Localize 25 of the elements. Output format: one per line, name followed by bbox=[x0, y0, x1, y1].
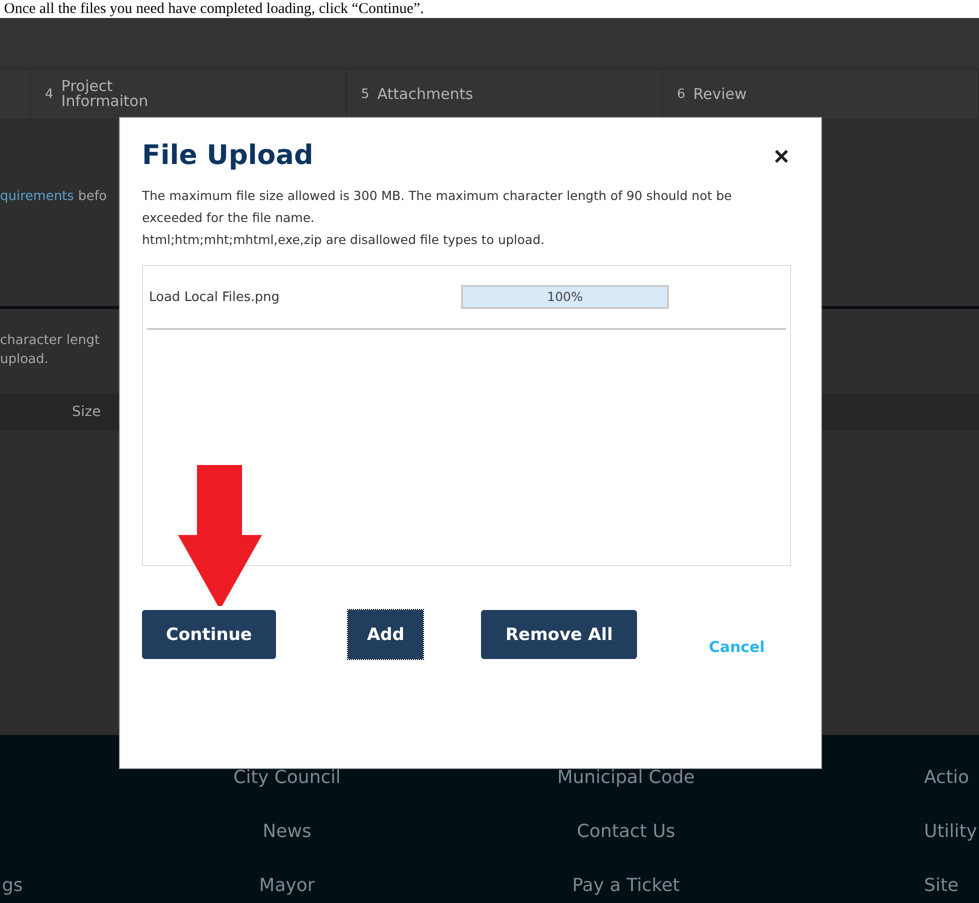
caption-text: Once all the files you need have completed loading, click “Continue”. bbox=[3, 0, 425, 18]
column-header: Size bbox=[72, 404, 101, 420]
footer-link[interactable]: Contact Us bbox=[576, 821, 676, 842]
close-button[interactable]: × bbox=[774, 142, 799, 168]
footer-link[interactable]: Utility bbox=[924, 821, 977, 842]
note-text: character lengt upload. bbox=[0, 332, 101, 369]
footer-link[interactable]: City Council bbox=[233, 767, 341, 788]
requirements-link[interactable]: quirements bbox=[0, 189, 74, 204]
footer-link[interactable]: Actio bbox=[924, 767, 970, 788]
footer-link[interactable]: Site bbox=[924, 875, 959, 896]
file-name: Load Local Files.png bbox=[149, 290, 281, 304]
info-text: html;htm;mht;mhtml,exe,zip are disallowed file types to upload. bbox=[142, 231, 546, 249]
footer-link[interactable]: Municipal Code bbox=[557, 767, 695, 788]
action-button[interactable]: Continue bbox=[142, 610, 276, 659]
footer-link[interactable]: gs bbox=[2, 875, 23, 896]
info-text: The maximum file size allowed is 300 MB. The maximum character length of 90 should not be exceeded for the file name. bbox=[142, 187, 733, 227]
body-text: befo bbox=[78, 189, 107, 204]
progress-text: 100% bbox=[546, 288, 584, 306]
action-button[interactable]: Add bbox=[348, 610, 424, 659]
footer-link[interactable]: Pay a Ticket bbox=[572, 875, 680, 896]
dialog-title: File Upload bbox=[142, 140, 314, 171]
footer-link[interactable]: Mayor bbox=[259, 875, 315, 896]
footer-link[interactable]: News bbox=[262, 821, 312, 842]
action-button[interactable]: Remove All bbox=[481, 610, 637, 659]
down-arrow-icon bbox=[178, 465, 262, 606]
